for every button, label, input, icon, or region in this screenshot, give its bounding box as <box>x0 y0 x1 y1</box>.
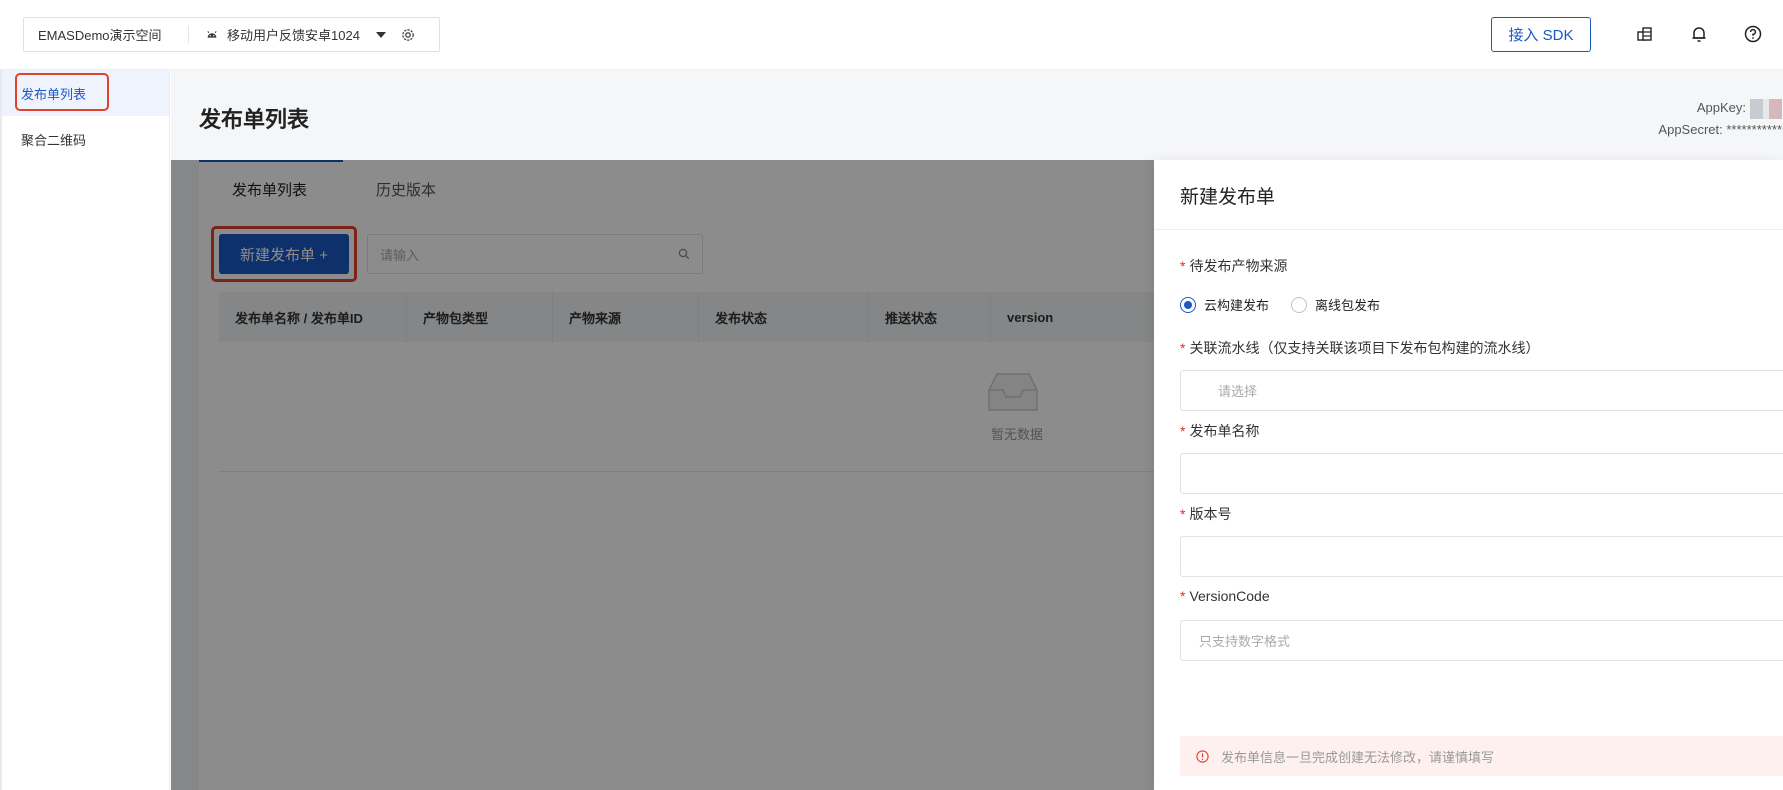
version-label: 版本号 <box>1189 506 1232 522</box>
page-title: 发布单列表 <box>199 107 310 132</box>
release-name-input[interactable] <box>1180 453 1783 494</box>
drawer-title: 新建发布单 <box>1180 187 1276 208</box>
appkey-mask <box>1750 98 1782 119</box>
coins-icon[interactable] <box>1635 24 1655 44</box>
pipeline-label-row: * 关联流水线（仅支持关联该项目下发布包构建的流水线） <box>1180 338 1539 358</box>
sidebar-item-release-list[interactable]: 发布单列表 <box>2 70 169 116</box>
required-marker: * <box>1180 506 1186 522</box>
app-name[interactable]: 移动用户反馈安卓1024 <box>227 25 360 44</box>
sidebar-item-label: 聚合二维码 <box>21 132 87 148</box>
appsecret-label: AppSecret: *********** <box>1658 121 1782 137</box>
version-code-label: VersionCode <box>1189 588 1270 604</box>
radio-label[interactable]: 离线包发布 <box>1315 295 1380 314</box>
new-release-drawer: 新建发布单 * 待发布产物来源 云构建发布 离线包发布 * 关联流水线（仅支持关联该… <box>1154 160 1783 790</box>
caret-down-icon[interactable] <box>375 31 386 38</box>
warning-icon <box>1196 749 1209 763</box>
radio-label[interactable]: 云构建发布 <box>1204 295 1269 314</box>
pipeline-label: 关联流水线（仅支持关联该项目下发布包构建的流水线） <box>1189 340 1540 356</box>
pipeline-placeholder: 请选择 <box>1218 384 1258 399</box>
source-label: 待发布产物来源 <box>1189 258 1288 274</box>
pipeline-select[interactable]: 请选择 <box>1180 370 1783 411</box>
radio-cloud-build[interactable]: 云构建发布 <box>1180 295 1269 314</box>
version-code-label-row: * VersionCode <box>1180 588 1270 604</box>
app-credentials: AppKey: AppSecret: *********** <box>1658 97 1782 140</box>
warning-alert: 发布单信息一旦完成创建无法修改，请谨慎填写 <box>1180 736 1783 776</box>
required-marker: * <box>1180 258 1186 274</box>
version-code-input[interactable]: 只支持数字格式 <box>1180 620 1783 661</box>
connect-sdk-button[interactable]: 接入 SDK <box>1491 17 1591 52</box>
radio-checked-icon[interactable] <box>1180 296 1196 313</box>
gear-icon[interactable] <box>400 27 416 43</box>
version-code-placeholder: 只支持数字格式 <box>1199 634 1291 649</box>
source-label-row: * 待发布产物来源 <box>1180 256 1287 276</box>
radio-unchecked-icon[interactable] <box>1291 296 1308 313</box>
source-radio-group: 云构建发布 离线包发布 <box>1180 295 1402 314</box>
radio-offline-package[interactable]: 离线包发布 <box>1291 295 1380 314</box>
workspace-name[interactable]: EMASDemo演示空间 <box>24 25 188 44</box>
required-marker: * <box>1180 423 1186 439</box>
sidebar-item-qr-code[interactable]: 聚合二维码 <box>2 116 169 162</box>
version-label-row: * 版本号 <box>1180 504 1231 524</box>
workspace-divider <box>188 25 189 44</box>
sidebar-item-label: 发布单列表 <box>21 86 87 102</box>
top-bar: EMASDemo演示空间 移动用户反馈安卓1024 接入 SDK <box>0 0 1783 70</box>
bell-icon[interactable] <box>1689 24 1709 44</box>
required-marker: * <box>1180 588 1186 604</box>
name-label: 发布单名称 <box>1189 423 1260 439</box>
appkey-label: AppKey: <box>1696 100 1746 115</box>
android-icon <box>207 30 217 38</box>
required-marker: * <box>1180 340 1186 356</box>
version-input[interactable] <box>1180 536 1783 577</box>
alert-text: 发布单信息一旦完成创建无法修改，请谨慎填写 <box>1221 749 1495 765</box>
name-label-row: * 发布单名称 <box>1180 421 1259 441</box>
workspace-selector[interactable]: EMASDemo演示空间 移动用户反馈安卓1024 <box>23 17 440 52</box>
sidebar: 发布单列表 聚合二维码 <box>0 70 170 790</box>
page-header: 发布单列表 AppKey: AppSecret: *********** <box>171 70 1783 160</box>
help-icon[interactable] <box>1743 24 1763 44</box>
drawer-divider <box>1154 229 1783 230</box>
